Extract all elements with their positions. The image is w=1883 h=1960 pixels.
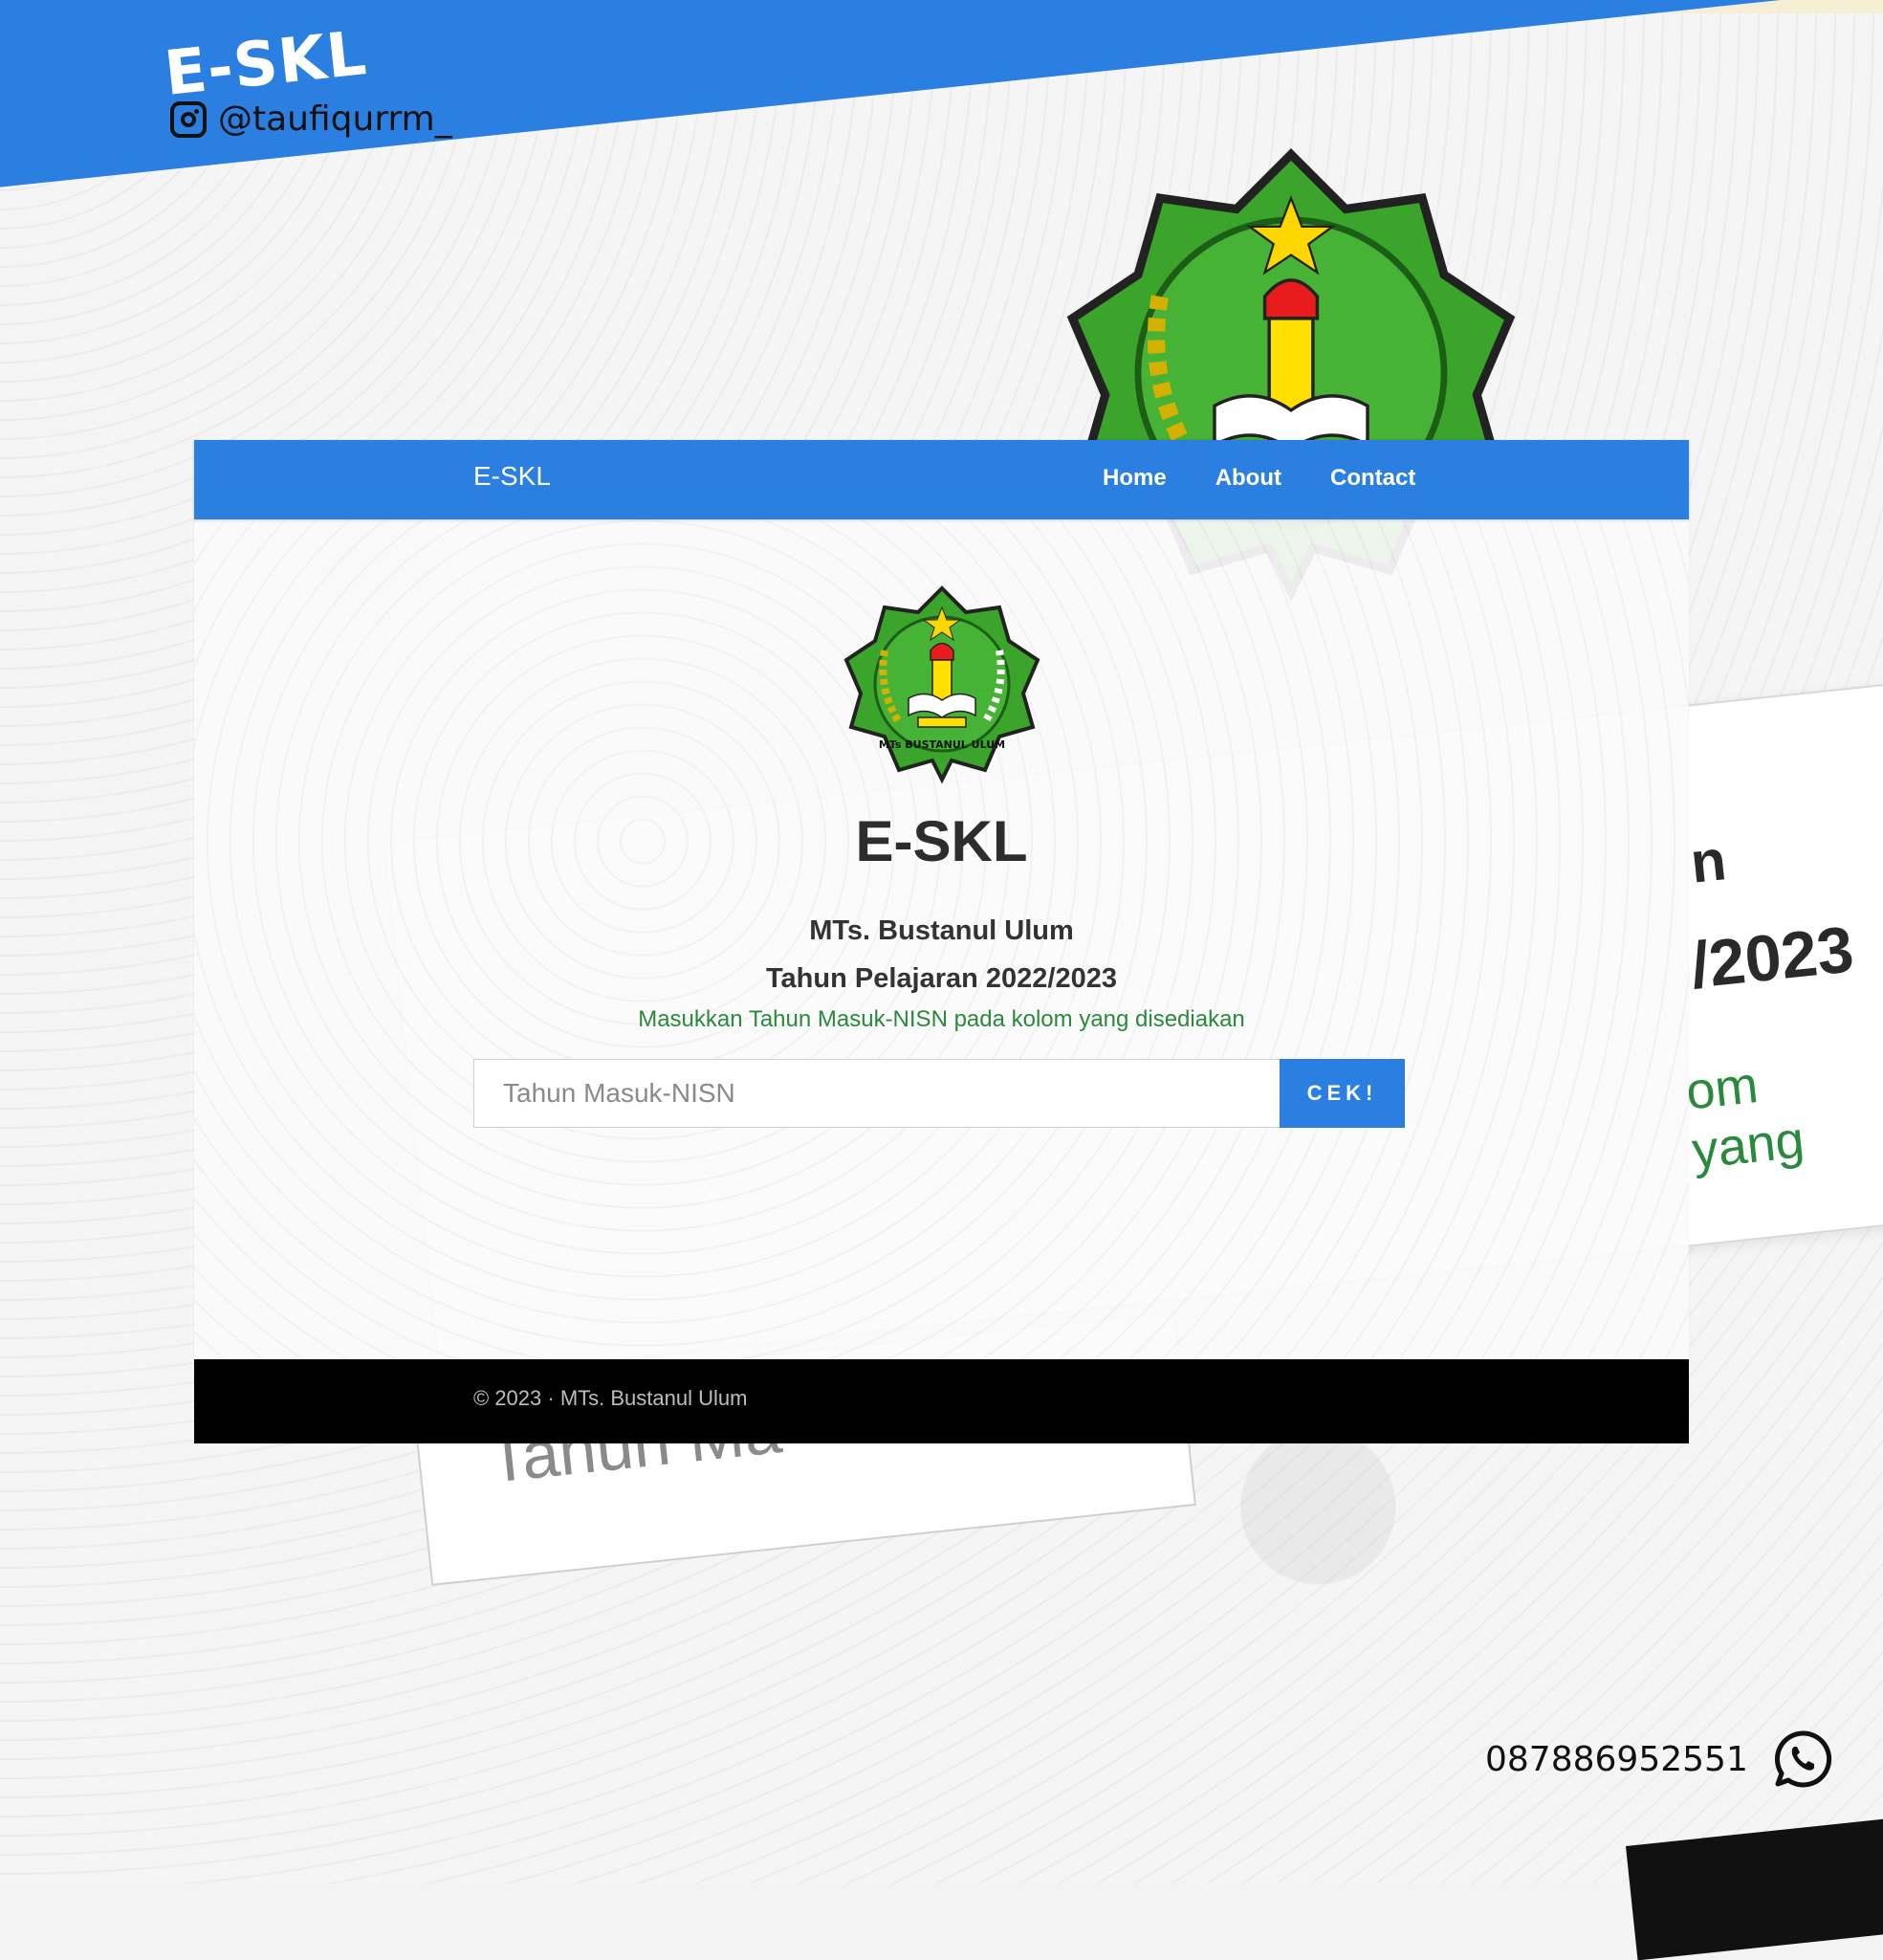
school-emblem: MTs BUSTANUL ULUM <box>843 585 1040 784</box>
whatsapp-icon <box>1774 1730 1831 1788</box>
instagram-handle-text: @taufiqurrm_ <box>218 99 452 139</box>
background-fragment-hint: om yang <box>1683 1056 1807 1180</box>
navbar: E-SKL Home About Contact <box>194 440 1689 519</box>
whatsapp-contact: 087886952551 <box>1485 1729 1832 1789</box>
whatsapp-number: 087886952551 <box>1485 1739 1748 1779</box>
school-name: MTs. Bustanul Ulum <box>809 915 1074 946</box>
footer-copyright: © 2023 · MTs. Bustanul Ulum <box>473 1386 748 1410</box>
navbar-brand[interactable]: E-SKL <box>473 461 551 492</box>
nav-links: Home About Contact <box>1103 465 1415 492</box>
website-window: E-SKL Home About Contact MTs BUSTANUL UL… <box>194 440 1689 1443</box>
footer: © 2023 · MTs. Bustanul Ulum <box>194 1359 1689 1443</box>
nav-link-home[interactable]: Home <box>1103 465 1167 492</box>
instruction-text: Masukkan Tahun Masuk-NISN pada kolom yan… <box>638 1006 1245 1032</box>
nisn-input[interactable] <box>473 1059 1280 1128</box>
emblem-ring-text: MTs BUSTANUL ULUM <box>879 738 1005 751</box>
instagram-icon <box>170 100 207 138</box>
nav-link-about[interactable]: About <box>1215 465 1281 492</box>
page-subtitle: MTs. Bustanul Ulum Tahun Pelajaran 2022/… <box>194 907 1689 1002</box>
nav-link-contact[interactable]: Contact <box>1330 465 1415 492</box>
check-button[interactable]: CEK! <box>1280 1059 1405 1128</box>
instagram-handle: @taufiqurrm_ <box>170 99 452 139</box>
nisn-search-form: CEK! <box>473 1059 1405 1128</box>
academic-year: Tahun Pelajaran 2022/2023 <box>765 963 1117 994</box>
page-title: E-SKL <box>855 809 1028 873</box>
background-fragment-school: n <box>1687 827 1730 895</box>
